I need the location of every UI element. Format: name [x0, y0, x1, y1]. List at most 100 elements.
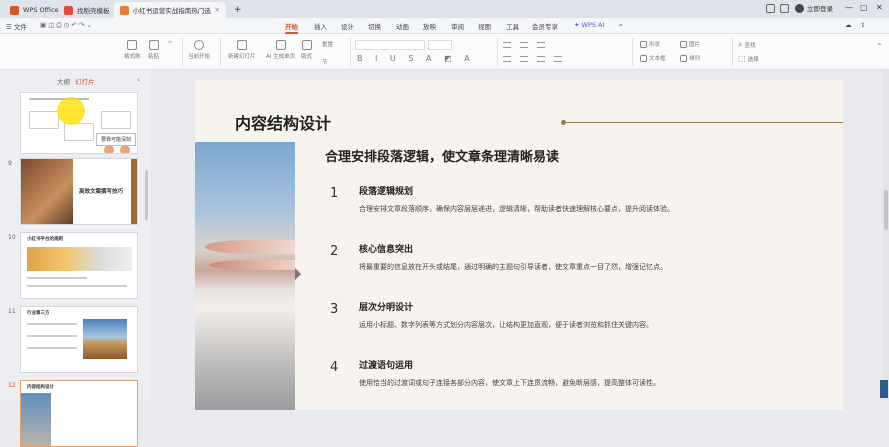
font-name-select[interactable] [355, 40, 425, 50]
cut-icon[interactable]: ✂ [168, 40, 173, 46]
menu-file[interactable]: ☰ 文件 [6, 21, 27, 31]
minimize-icon[interactable]: — [845, 3, 853, 12]
number-list-icon[interactable] [520, 42, 528, 48]
item-description: 将最重要的信息放在开头或结尾，通过明确的主题句引导读者，使文章重点一目了然，增强… [359, 263, 667, 271]
thumb-callout: 要靠可能深刻 [96, 133, 137, 146]
start-from-current-button[interactable]: 当前开始 [188, 40, 210, 60]
item-description: 使用恰当的过渡词或句子连接各部分内容，使文章上下连贯流畅，避免断层感，提高整体可… [359, 379, 660, 387]
tab-wps-office[interactable]: WPS Office [4, 2, 65, 18]
arrange-icon [680, 54, 687, 62]
thumb-box [64, 123, 94, 141]
align-left-icon[interactable] [503, 56, 511, 62]
menu-wps-ai[interactable]: ✦ WPS AI [574, 21, 604, 29]
tab-templates[interactable]: 找稻壳模板 [58, 2, 116, 18]
indent-icon[interactable] [537, 42, 545, 48]
current-slide[interactable]: 内容结构设计 合理安排段落逻辑，使文章条理清晰易读 1 段落逻辑规划 合理安排文… [195, 80, 843, 410]
collapse-ribbon-icon[interactable]: ⌃ [876, 42, 883, 51]
canvas-scrollbar[interactable] [883, 70, 889, 400]
align-center-icon[interactable] [520, 56, 528, 62]
new-slide-button[interactable]: 新建幻灯片 [228, 40, 256, 60]
side-widget-icon[interactable] [880, 380, 888, 398]
thumb-menu-icon[interactable] [120, 145, 130, 153]
format-painter-button[interactable]: 格式刷 [124, 40, 141, 60]
item-description: 运用小标题、数字列表等方式划分内容层次，让结构更加直观，便于读者浏览和抓住关键内… [359, 321, 653, 329]
menu-review[interactable]: 审阅 [451, 21, 464, 31]
thumb-box [101, 111, 131, 129]
window-layout-icon[interactable] [766, 4, 775, 13]
menu-animation[interactable]: 动画 [396, 21, 409, 31]
slide-number: 12 [8, 382, 16, 389]
ai-generate-button[interactable]: AI 生成单页 [266, 40, 295, 60]
select-button[interactable]: ⬚ 选择 [738, 54, 759, 63]
thumb-add-icon[interactable] [104, 145, 114, 153]
menu-member[interactable]: 会员专享 [532, 21, 558, 31]
building-curve [205, 240, 295, 254]
menu-home[interactable]: 开始 [285, 21, 298, 34]
thumb-image [21, 393, 51, 446]
play-icon [194, 40, 204, 50]
slide-thumbnail-9[interactable]: 高效文案撰写技巧 [20, 158, 138, 225]
shape-button[interactable]: 形状 [640, 40, 660, 48]
slide-thumbnail-12[interactable]: 内容结构设计 [20, 380, 138, 447]
building-curve [209, 260, 295, 270]
collapse-panel-icon[interactable]: ‹ [137, 75, 140, 84]
menu-tools[interactable]: 工具 [506, 21, 519, 31]
divider [220, 38, 221, 66]
menu-transition[interactable]: 切换 [368, 21, 381, 31]
font-style-buttons[interactable]: B I U S A ◩ A [357, 54, 475, 63]
menu-slideshow[interactable]: 放映 [423, 21, 436, 31]
item-number: 2 [330, 244, 339, 259]
close-tab-icon[interactable]: ✕ [215, 6, 220, 14]
select-icon: ⬚ [738, 54, 746, 63]
tab-document[interactable]: 小红书运营实战指南热门选题 ✕ [114, 2, 226, 18]
slide-thumbnail-8[interactable]: 要靠可能深刻 [20, 92, 138, 154]
scrollbar-thumb[interactable] [884, 190, 888, 230]
menu-view[interactable]: 视图 [478, 21, 491, 31]
architecture-image [195, 142, 295, 410]
menu-design[interactable]: 设计 [341, 21, 354, 31]
share-icon[interactable]: ⇪ [860, 21, 865, 29]
ribbon: 格式刷 粘贴 ✂ 当前开始 新建幻灯片 AI 生成单页 版式 节 重置 B I … [0, 34, 889, 70]
sidebar-scrollbar[interactable] [145, 170, 148, 220]
textbox-button[interactable]: 文本框 [640, 54, 666, 62]
find-button[interactable]: ⌕ 查找 [738, 40, 756, 50]
search-icon[interactable]: ⌕ [619, 21, 623, 30]
quick-access-toolbar[interactable]: ▣ ◫ ⎙ ◷ ↶ ↷ ⌄ [40, 21, 92, 30]
section-button[interactable]: 节 [322, 58, 328, 66]
title-rule-dot [561, 120, 566, 125]
find-icon: ⌕ [738, 40, 743, 49]
thumb-line [27, 335, 77, 337]
cloud-icon[interactable]: ☁ [845, 21, 852, 29]
new-slide-icon [236, 40, 247, 50]
align-right-icon[interactable] [537, 56, 545, 62]
title-rule [565, 122, 843, 123]
new-tab-button[interactable]: + [228, 2, 248, 18]
format-painter-icon [127, 40, 138, 50]
font-size-select[interactable] [428, 40, 452, 50]
paste-button[interactable]: 粘贴 [148, 40, 159, 60]
close-window-icon[interactable]: ✕ [876, 3, 883, 12]
layout-button[interactable]: 版式 [301, 40, 312, 60]
item-title: 核心信息突出 [359, 245, 414, 255]
slide-thumbnail-11[interactable]: 行业第三方 [20, 306, 138, 373]
slide-thumbnail-10[interactable]: 小红书平台的规则 [20, 232, 138, 299]
picture-button[interactable]: 图片 [680, 40, 700, 48]
thumb-box [29, 111, 59, 129]
slide-panel: 大纲 幻灯片 ‹ 要靠可能深刻 9 高效文案撰写技巧 10 小红书平台的规则 1… [0, 70, 150, 447]
login-button[interactable]: 立即登录 [795, 3, 833, 13]
arrange-button[interactable]: 排列 [680, 54, 700, 62]
reset-button[interactable]: 重置 [322, 40, 333, 48]
thumb-accent-bar [131, 159, 137, 224]
layout-icon [301, 40, 312, 50]
window-tile-icon[interactable] [780, 4, 789, 13]
picture-icon [680, 40, 687, 48]
tab-slides[interactable]: 幻灯片 [75, 76, 95, 86]
maximize-icon[interactable]: ▢ [860, 3, 868, 12]
justify-icon[interactable] [554, 56, 562, 62]
thumb-line [27, 277, 87, 279]
tab-outline[interactable]: 大纲 [57, 76, 70, 86]
ai-icon [275, 40, 286, 50]
template-icon [64, 5, 73, 15]
bullet-list-icon[interactable] [503, 42, 511, 48]
menu-insert[interactable]: 插入 [314, 21, 327, 31]
